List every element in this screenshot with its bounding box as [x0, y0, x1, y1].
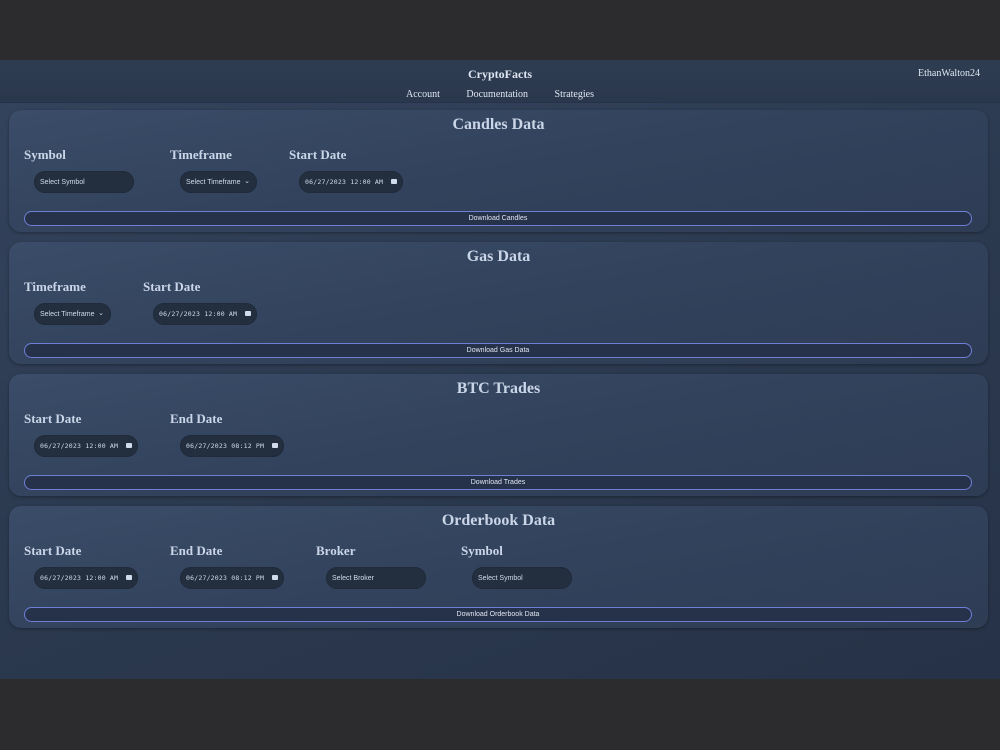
download-orderbook-button[interactable]: Download Orderbook Data — [24, 607, 972, 622]
orderbook-card: Orderbook Data Start Date End Date Broke… — [9, 506, 988, 628]
gas-start-input[interactable]: 06/27/2023 12:00 AM — [153, 303, 257, 325]
gas-start-label: Start Date — [143, 279, 201, 294]
gas-timeframe-value: Select Timeframe — [40, 310, 95, 318]
app-title: CryptoFacts — [468, 67, 532, 81]
candles-timeframe-select[interactable]: Select Timeframe ⌄ — [180, 171, 257, 193]
gas-card: Gas Data Timeframe Start Date Select Tim… — [9, 242, 988, 364]
orderbook-broker-value: Select Broker — [332, 574, 375, 582]
nav-documentation[interactable]: Documentation — [466, 89, 528, 100]
trades-end-label: End Date — [170, 411, 223, 426]
trades-start-value: 06/27/2023 12:00 AM — [40, 442, 119, 450]
trades-card: BTC Trades Start Date End Date 06/27/202… — [9, 374, 988, 496]
candles-title: Candles Data — [452, 116, 545, 133]
orderbook-end-value: 06/27/2023 08:12 PM — [186, 574, 265, 582]
trades-title: BTC Trades — [456, 380, 541, 397]
chevron-down-icon: ⌄ — [244, 178, 250, 185]
chevron-down-icon: ⌄ — [98, 310, 104, 317]
download-trades-button[interactable]: Download Trades — [24, 475, 972, 490]
calendar-icon[interactable] — [126, 443, 132, 448]
trades-start-label: Start Date — [24, 411, 82, 426]
candles-symbol-select[interactable]: Select Symbol — [34, 171, 134, 193]
download-gas-button[interactable]: Download Gas Data — [24, 343, 972, 358]
calendar-icon[interactable] — [126, 575, 132, 580]
gas-timeframe-label: Timeframe — [24, 279, 86, 294]
trades-end-value: 06/27/2023 08:12 PM — [186, 442, 265, 450]
user-name[interactable]: EthanWalton24 — [918, 68, 980, 79]
candles-start-value: 06/27/2023 12:00 AM — [305, 178, 384, 186]
gas-start-value: 06/27/2023 12:00 AM — [159, 310, 238, 318]
orderbook-end-label: End Date — [170, 543, 223, 558]
orderbook-broker-select[interactable]: Select Broker — [326, 567, 426, 589]
main-nav: Account Documentation Strategies — [0, 89, 1000, 100]
orderbook-symbol-value: Select Symbol — [478, 574, 523, 582]
orderbook-start-input[interactable]: 06/27/2023 12:00 AM — [34, 567, 138, 589]
orderbook-start-value: 06/27/2023 12:00 AM — [40, 574, 119, 582]
nav-account[interactable]: Account — [406, 89, 440, 100]
candles-symbol-value: Select Symbol — [40, 178, 85, 186]
candles-timeframe-label: Timeframe — [170, 147, 232, 162]
calendar-icon[interactable] — [272, 443, 278, 448]
calendar-icon[interactable] — [245, 311, 251, 316]
calendar-icon[interactable] — [272, 575, 278, 580]
orderbook-symbol-label: Symbol — [461, 543, 503, 558]
top-header: CryptoFacts EthanWalton24 Account Docume… — [0, 60, 1000, 103]
candles-symbol-label: Symbol — [24, 147, 66, 162]
download-candles-button[interactable]: Download Candles — [24, 211, 972, 226]
orderbook-broker-label: Broker — [316, 543, 356, 558]
nav-strategies[interactable]: Strategies — [555, 89, 594, 100]
gas-timeframe-select[interactable]: Select Timeframe ⌄ — [34, 303, 111, 325]
trades-end-input[interactable]: 06/27/2023 08:12 PM — [180, 435, 284, 457]
orderbook-end-input[interactable]: 06/27/2023 08:12 PM — [180, 567, 284, 589]
orderbook-title: Orderbook Data — [441, 512, 556, 529]
calendar-icon[interactable] — [391, 179, 397, 184]
candles-start-label: Start Date — [289, 147, 347, 162]
candles-card: Candles Data Symbol Timeframe Start Date… — [9, 110, 988, 232]
gas-title: Gas Data — [466, 248, 531, 265]
orderbook-start-label: Start Date — [24, 543, 82, 558]
trades-start-input[interactable]: 06/27/2023 12:00 AM — [34, 435, 138, 457]
candles-timeframe-value: Select Timeframe — [186, 178, 241, 186]
orderbook-symbol-select[interactable]: Select Symbol — [472, 567, 572, 589]
candles-start-input[interactable]: 06/27/2023 12:00 AM — [299, 171, 403, 193]
app-window: CryptoFacts EthanWalton24 Account Docume… — [0, 60, 1000, 679]
